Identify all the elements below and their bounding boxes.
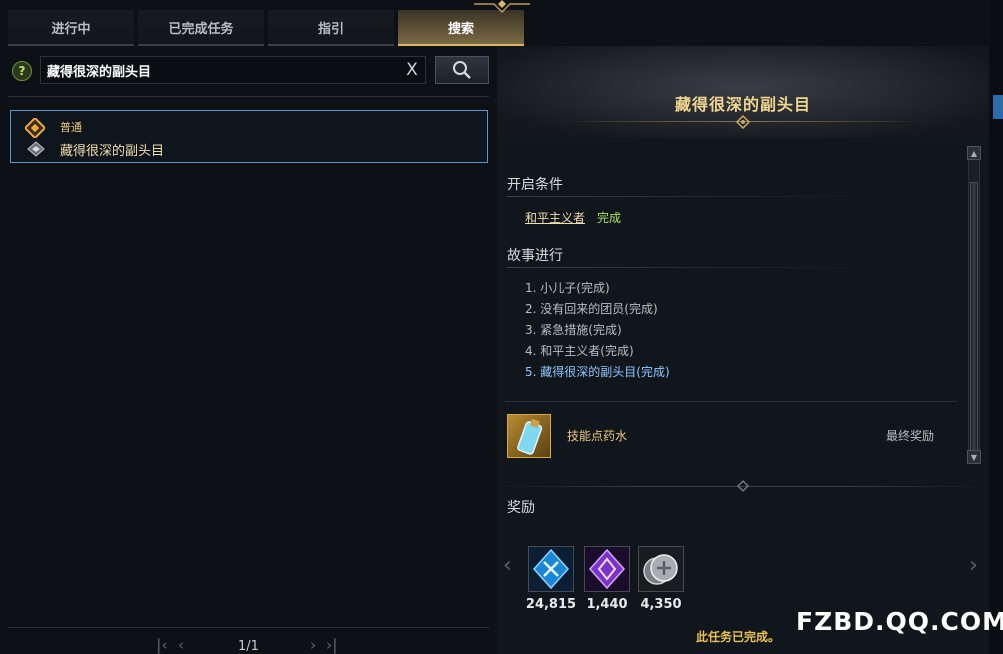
ornament-icon [474,0,530,14]
scroll-up-icon[interactable]: ▲ [967,146,981,160]
next-reward-icon[interactable]: › [969,553,978,578]
story-step: 3. 紧急措施(完成) [525,323,622,337]
silver-coin-icon [643,554,678,585]
watermark: FZBD.QQ.COM [796,607,1003,636]
divider [8,627,489,628]
rewards-header: 奖励 [507,500,535,516]
reward-amount: 4,350 [640,597,682,612]
first-page-icon[interactable]: |‹ [156,636,168,654]
search-icon [453,61,471,79]
window-edge-accent [993,95,1003,119]
quest-result-item[interactable]: 普通 藏得很深的副头目 [10,110,488,163]
final-reward-label: 最终奖励 [886,429,935,443]
prev-page-icon[interactable]: ‹ [178,636,184,654]
story-step: 4. 和平主义者(完成) [525,344,634,358]
detail-title: 藏得很深的副头目 [674,95,811,114]
quest-name: 藏得很深的副头目 [60,144,165,159]
ornament-icon [737,480,749,492]
potion-icon [517,418,543,455]
condition-status: 完成 [597,211,622,225]
quest-marker-icon [27,141,45,157]
prev-reward-icon[interactable]: ‹ [503,553,512,578]
reward-slot-3[interactable] [638,546,684,592]
tab-completed[interactable]: 已完成任务 [138,10,264,46]
final-reward-item-name: 技能点药水 [567,429,628,443]
tab-in-progress[interactable]: 进行中 [8,10,134,46]
story-step: 2. 没有回来的团员(完成) [525,302,658,316]
blue-crystal-icon [532,548,570,590]
conditions-header: 开启条件 [507,177,563,193]
quest-detail-panel: 藏得很深的副头目 开启条件 和平主义者 完成 故事进行 1. 小儿子(完成) 2… [497,46,989,654]
scrollbar-thumb[interactable] [970,182,978,454]
reward-slot-2[interactable] [584,546,630,592]
search-input[interactable]: 藏得很深的副头目 [40,56,426,84]
divider [8,96,489,97]
story-step-current: 5. 藏得很深的副头目(完成) [525,365,670,379]
reward-slot-1[interactable] [528,546,574,592]
pagination: |‹ ‹ 1/1 › ›| [150,636,350,654]
divider [507,196,877,197]
story-header: 故事进行 [507,248,563,264]
ornament-icon [735,115,751,129]
search-button[interactable] [435,56,489,84]
scroll-down-icon[interactable]: ▼ [967,450,981,464]
potion-icon[interactable] [507,414,551,458]
last-page-icon[interactable]: ›| [326,636,338,654]
next-page-icon[interactable]: › [310,636,316,654]
complete-message: 此任务已完成。 [696,630,781,644]
purple-crystal-icon [588,548,626,590]
condition-link[interactable]: 和平主义者 [525,209,585,226]
divider [507,267,877,268]
quest-type-icon [25,118,45,138]
divider [505,401,957,402]
help-icon[interactable]: ? [12,61,32,81]
page-indicator: 1/1 [238,639,259,654]
tab-guide[interactable]: 指引 [268,10,394,46]
quest-type-label: 普通 [60,121,82,134]
story-step: 1. 小儿子(完成) [525,281,610,295]
tab-bar: 进行中 已完成任务 指引 搜索 [8,10,524,46]
clear-icon[interactable]: X [402,60,422,80]
